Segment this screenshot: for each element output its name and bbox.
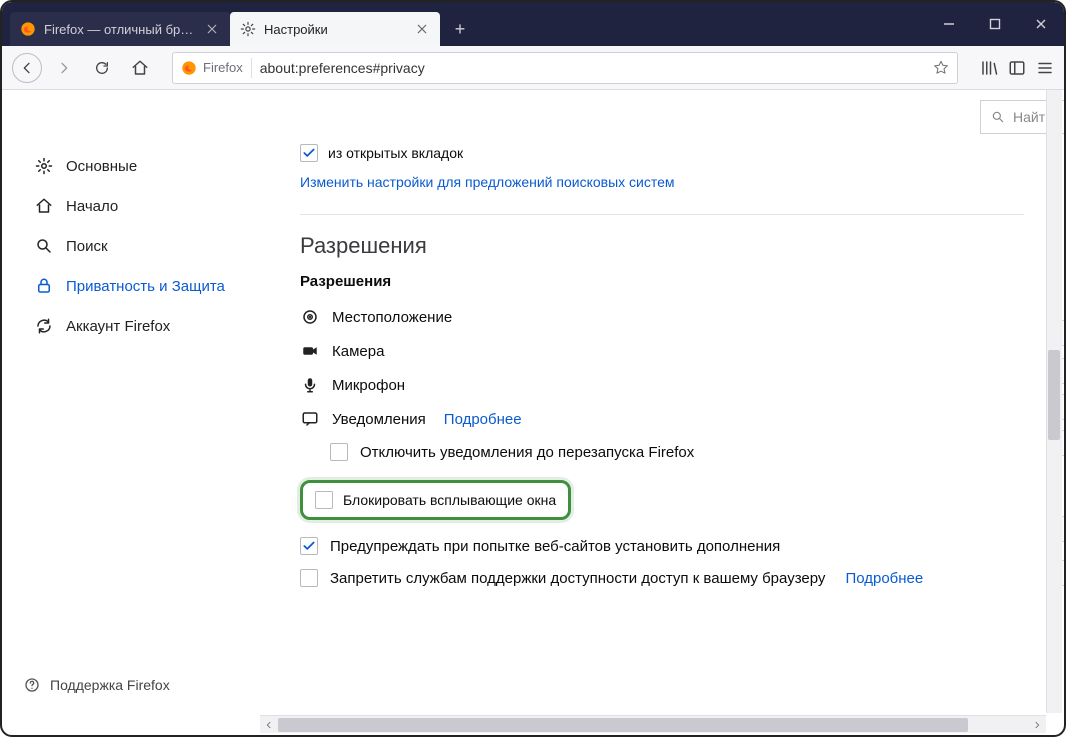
scroll-thumb[interactable] [1048,350,1060,440]
camera-icon [300,341,320,361]
search-engine-settings-link[interactable]: Изменить настройки для предложений поиск… [300,174,675,190]
warn-addons-row: Предупреждать при попытке веб-сайтов уст… [300,530,1024,562]
checkbox-block-popups-label: Блокировать всплывающие окна [343,492,556,508]
library-icon[interactable] [980,59,998,77]
preferences-main: Найт из открытых вкладок Изменить настро… [260,90,1064,713]
sidebar-item-label: Приватность и Защита [66,278,225,295]
search-placeholder: Найт [1013,109,1045,125]
scroll-left-icon[interactable] [260,716,278,734]
gear-icon [240,21,256,37]
preferences-sidebar: Основные Начало Поиск Приватность и Защи… [2,90,260,713]
identity-box[interactable]: Firefox [181,60,243,76]
sidebar-item-label: Аккаунт Firefox [66,318,170,335]
identity-label: Firefox [203,60,243,75]
tab-bar: Firefox — отличный браузер д Настройки + [2,2,1064,46]
close-window-button[interactable] [1018,2,1064,46]
location-icon [300,307,320,327]
microphone-icon [300,375,320,395]
menu-icon[interactable] [1036,59,1054,77]
sidebar-support-link[interactable]: Поддержка Firefox [24,677,170,693]
a11y-block-row: Запретить службам поддержки доступности … [300,562,1024,594]
sidebar-item-privacy[interactable]: Приватность и Защита [24,266,260,306]
forward-button[interactable] [48,52,80,84]
url-text: about:preferences#privacy [260,60,925,76]
permission-notifications-label: Уведомления [332,411,426,428]
permission-microphone: Микрофон [300,368,1024,402]
new-tab-button[interactable]: + [446,15,474,43]
sidebar-support-label: Поддержка Firefox [50,677,170,693]
scroll-right-icon[interactable] [1028,716,1046,734]
checkbox-open-tabs-label: из открытых вкладок [328,145,463,161]
notifications-learn-more-link[interactable]: Подробнее [444,411,522,428]
tab-firefox-welcome[interactable]: Firefox — отличный браузер д [10,12,230,46]
sidebar-item-search[interactable]: Поиск [24,226,260,266]
home-icon [34,196,54,216]
sidebar-item-label: Поиск [66,238,108,255]
toolbar-right [974,59,1054,77]
vertical-scrollbar[interactable] [1046,90,1062,713]
back-button[interactable] [12,53,42,83]
url-bar[interactable]: Firefox about:preferences#privacy [172,52,958,84]
sync-icon [34,316,54,336]
window-controls [926,2,1064,46]
tab-title: Настройки [264,22,406,37]
bookmark-star-icon[interactable] [933,60,949,76]
search-engine-link-row: Изменить настройки для предложений поиск… [300,168,1024,196]
block-popups-row: Блокировать всплывающие окна [300,480,571,520]
checkbox-a11y-block-label: Запретить службам поддержки доступности … [330,570,825,587]
permission-camera-label: Камера [332,343,384,360]
minimize-button[interactable] [926,2,972,46]
sidebar-item-general[interactable]: Основные [24,146,260,186]
nav-toolbar: Firefox about:preferences#privacy [2,46,1064,90]
tab-title: Firefox — отличный браузер д [44,22,196,37]
permission-location-label: Местоположение [332,309,452,326]
checkbox-a11y-block[interactable] [300,569,318,587]
search-icon [991,110,1005,124]
divider [300,214,1024,215]
a11y-learn-more-link[interactable]: Подробнее [845,570,923,587]
firefox-icon [181,60,197,76]
tab-settings[interactable]: Настройки [230,12,440,46]
permission-microphone-label: Микрофон [332,377,405,394]
close-icon[interactable] [414,21,430,37]
divider [251,58,252,78]
horizontal-scrollbar[interactable] [260,715,1046,733]
home-button[interactable] [124,52,156,84]
subsection-title-permissions: Разрешения [300,273,1024,290]
checkbox-disable-notifications-label: Отключить уведомления до перезапуска Fir… [360,444,694,461]
checkbox-open-tabs[interactable] [300,144,318,162]
search-icon [34,236,54,256]
permission-camera: Камера [300,334,1024,368]
notification-icon [300,409,320,429]
permission-notifications: Уведомления Подробнее [300,402,1024,436]
sidebar-icon[interactable] [1008,59,1026,77]
close-icon[interactable] [204,21,220,37]
checkbox-warn-addons-label: Предупреждать при попытке веб-сайтов уст… [330,538,780,555]
reload-button[interactable] [86,52,118,84]
gear-icon [34,156,54,176]
help-icon [24,677,40,693]
open-tabs-checkbox-row: из открытых вкладок [300,138,1024,168]
sidebar-item-home[interactable]: Начало [24,186,260,226]
maximize-button[interactable] [972,2,1018,46]
notifications-disable-row: Отключить уведомления до перезапуска Fir… [330,436,1024,468]
lock-icon [34,276,54,296]
content-area: Основные Начало Поиск Приватность и Защи… [2,90,1064,713]
sidebar-item-sync[interactable]: Аккаунт Firefox [24,306,260,346]
sidebar-item-label: Начало [66,198,118,215]
permission-location: Местоположение [300,300,1024,334]
scroll-track[interactable] [278,716,1028,734]
sidebar-item-label: Основные [66,158,137,175]
checkbox-block-popups[interactable] [315,491,333,509]
checkbox-warn-addons[interactable] [300,537,318,555]
section-title-permissions: Разрешения [300,233,1024,259]
checkbox-disable-notifications[interactable] [330,443,348,461]
firefox-icon [20,21,36,37]
scroll-thumb[interactable] [278,718,968,732]
